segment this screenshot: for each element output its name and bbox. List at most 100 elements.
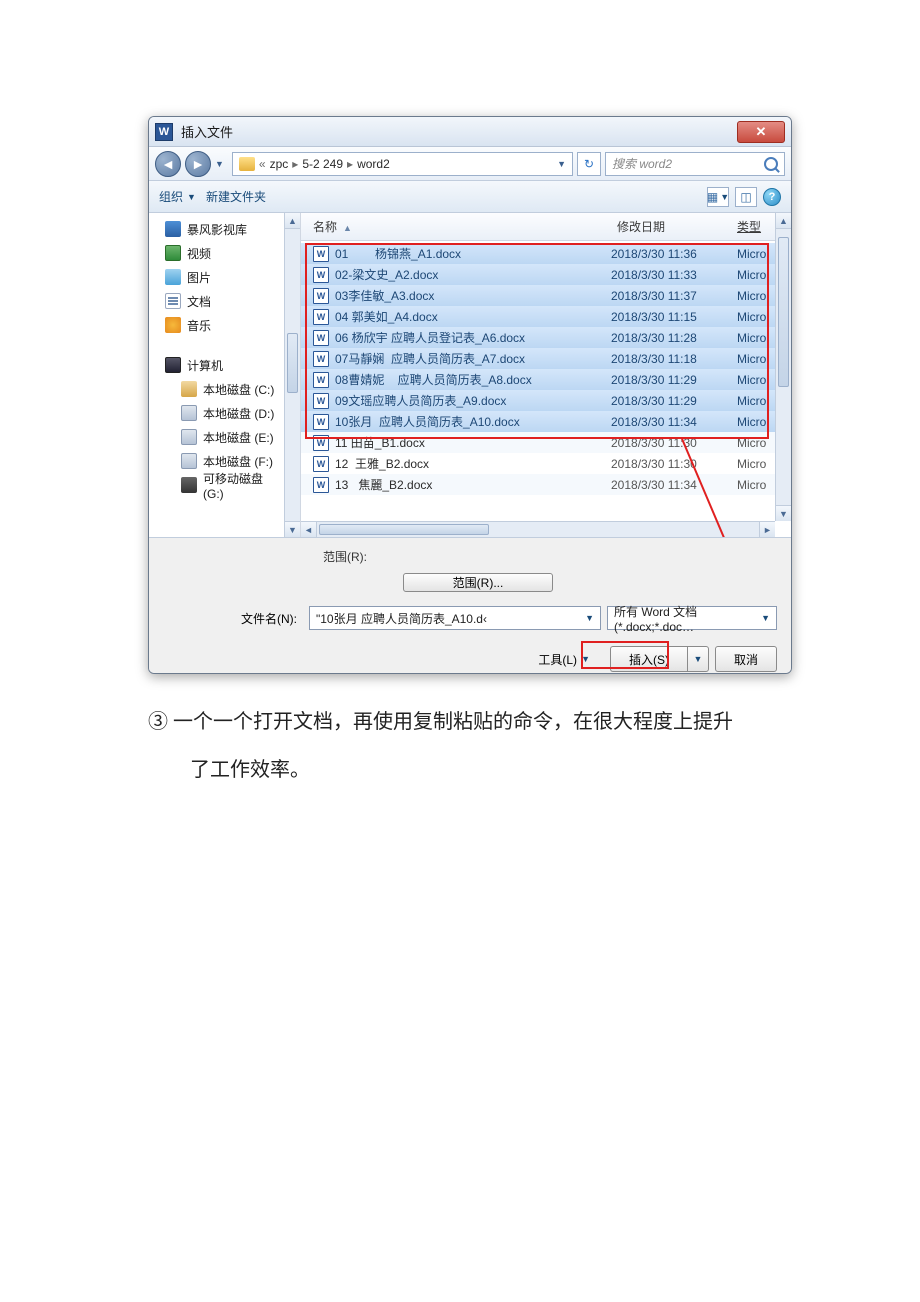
path-segment[interactable]: 5-2 249 xyxy=(302,157,343,171)
scroll-down-icon[interactable]: ▼ xyxy=(285,521,300,537)
preview-pane-toggle[interactable]: ◫ xyxy=(735,187,757,207)
sidebar-item-label: 图片 xyxy=(187,269,211,286)
search-input[interactable]: 搜索 word2 xyxy=(605,152,785,176)
file-name: 12 王雅_B2.docx xyxy=(335,455,605,472)
file-name: 01 杨锦燕_A1.docx xyxy=(335,245,605,262)
file-vscrollbar[interactable]: ▲ ▼ xyxy=(775,213,791,521)
file-date: 2018/3/30 11:29 xyxy=(611,373,731,387)
tools-dropdown[interactable]: 工具(L)▼ xyxy=(538,651,590,668)
sidebar-item[interactable]: 音乐 xyxy=(165,313,300,337)
sidebar-scrollbar[interactable]: ▲ ▼ xyxy=(284,213,300,537)
path-segment[interactable]: word2 xyxy=(357,157,390,171)
sidebar-item[interactable]: 文档 xyxy=(165,289,300,313)
word-doc-icon: W xyxy=(313,414,329,430)
recent-dropdown-icon[interactable]: ▼ xyxy=(215,159,224,169)
file-name: 09文瑶应聘人员简历表_A9.docx xyxy=(335,392,605,409)
file-filter-dropdown[interactable]: 所有 Word 文档(*.docx;*.doc… ▼ xyxy=(607,606,777,630)
sidebar-item-label: 计算机 xyxy=(187,357,223,374)
scroll-right-icon[interactable]: ► xyxy=(759,522,775,537)
close-button[interactable]: ✕ xyxy=(737,121,785,143)
file-row[interactable]: W 11 田苗_B1.docx 2018/3/30 11:30 Micro xyxy=(301,432,791,453)
file-row[interactable]: W 03李佳敏_A3.docx 2018/3/30 11:37 Micro xyxy=(301,285,791,306)
titlebar: W 插入文件 ✕ xyxy=(149,117,791,147)
scroll-thumb[interactable] xyxy=(287,333,298,393)
insert-button[interactable]: 插入(S) xyxy=(610,646,687,672)
cancel-button[interactable]: 取消 xyxy=(715,646,777,672)
file-name: 07马靜娴 应聘人员简历表_A7.docx xyxy=(335,350,605,367)
word-doc-icon: W xyxy=(313,393,329,409)
sidebar-item[interactable]: 图片 xyxy=(165,265,300,289)
file-row[interactable]: W 07马靜娴 应聘人员简历表_A7.docx 2018/3/30 11:18 … xyxy=(301,348,791,369)
scroll-thumb[interactable] xyxy=(778,237,789,387)
filename-label: 文件名(N): xyxy=(163,610,303,627)
range-button[interactable]: 范围(R)... xyxy=(403,573,553,592)
sort-asc-icon[interactable]: ▲ xyxy=(343,223,352,233)
sidebar-item-label: 视频 xyxy=(187,245,211,262)
organize-dropdown[interactable]: 组织▼ xyxy=(159,188,196,205)
file-row[interactable]: W 02-梁文史_A2.docx 2018/3/30 11:33 Micro xyxy=(301,264,791,285)
dialog-title: 插入文件 xyxy=(181,122,233,141)
path-dropdown-icon[interactable]: ▼ xyxy=(557,159,566,169)
file-row[interactable]: W 06 杨欣宇 应聘人员登记表_A6.docx 2018/3/30 11:28… xyxy=(301,327,791,348)
word-app-icon: W xyxy=(155,123,173,141)
file-date: 2018/3/30 11:30 xyxy=(611,457,731,471)
back-button[interactable]: ◄ xyxy=(155,151,181,177)
sidebar-drive[interactable]: 本地磁盘 (C:) xyxy=(165,377,300,401)
file-date: 2018/3/30 11:33 xyxy=(611,268,731,282)
file-row[interactable]: W 10张月 应聘人员简历表_A10.docx 2018/3/30 11:34 … xyxy=(301,411,791,432)
sidebar-item-label: 本地磁盘 (D:) xyxy=(203,405,274,422)
breadcrumb[interactable]: « zpc ▸ 5-2 249 ▸ word2 ▼ xyxy=(232,152,573,176)
file-date: 2018/3/30 11:36 xyxy=(611,247,731,261)
sidebar-drive[interactable]: 本地磁盘 (E:) xyxy=(165,425,300,449)
filename-dropdown-icon[interactable]: ▼ xyxy=(585,613,594,623)
sidebar-computer[interactable]: 计算机 xyxy=(165,353,300,377)
sidebar-item[interactable]: 暴风影视库 xyxy=(165,217,300,241)
ico-doc-icon xyxy=(165,293,181,309)
file-date: 2018/3/30 11:34 xyxy=(611,415,731,429)
drive-icon xyxy=(181,477,197,493)
search-icon xyxy=(764,157,778,171)
file-date: 2018/3/30 11:28 xyxy=(611,331,731,345)
file-name: 04 郭美如_A4.docx xyxy=(335,308,605,325)
address-bar: ◄ ► ▼ « zpc ▸ 5-2 249 ▸ word2 ▼ ↻ 搜索 wor… xyxy=(149,147,791,181)
filename-input[interactable]: "10张月 应聘人员简历表_A10.d‹ ▼ xyxy=(309,606,601,630)
file-name: 06 杨欣宇 应聘人员登记表_A6.docx xyxy=(335,329,605,346)
ico-video-icon xyxy=(165,221,181,237)
path-segment[interactable]: zpc xyxy=(270,157,289,171)
file-name: 02-梁文史_A2.docx xyxy=(335,266,605,283)
help-icon[interactable]: ? xyxy=(763,188,781,206)
scroll-thumb[interactable] xyxy=(319,524,489,535)
sidebar-drive[interactable]: 本地磁盘 (D:) xyxy=(165,401,300,425)
sidebar-item[interactable]: 视频 xyxy=(165,241,300,265)
file-row[interactable]: W 09文瑶应聘人员简历表_A9.docx 2018/3/30 11:29 Mi… xyxy=(301,390,791,411)
refresh-button[interactable]: ↻ xyxy=(577,152,601,176)
computer-icon xyxy=(165,357,181,373)
scroll-left-icon[interactable]: ◄ xyxy=(301,522,317,537)
forward-button[interactable]: ► xyxy=(185,151,211,177)
word-doc-icon: W xyxy=(313,267,329,283)
dialog-footer: 范围(R): 范围(R)... 文件名(N): "10张月 应聘人员简历表_A1… xyxy=(149,537,791,674)
sidebar-drive[interactable]: 可移动磁盘 (G:) xyxy=(165,473,300,497)
file-date: 2018/3/30 11:37 xyxy=(611,289,731,303)
sidebar-item-label: 本地磁盘 (C:) xyxy=(203,381,274,398)
file-date: 2018/3/30 11:30 xyxy=(611,436,731,450)
insert-dropdown[interactable]: ▼ xyxy=(687,646,709,672)
view-mode-dropdown[interactable]: ▦ ▼ xyxy=(707,187,729,207)
file-row[interactable]: W 04 郭美如_A4.docx 2018/3/30 11:15 Micro xyxy=(301,306,791,327)
new-folder-button[interactable]: 新建文件夹 xyxy=(206,188,266,205)
column-headers[interactable]: 名称▲ 修改日期 类型 xyxy=(301,213,791,241)
word-doc-icon: W xyxy=(313,309,329,325)
filter-dropdown-icon[interactable]: ▼ xyxy=(761,613,770,623)
file-date: 2018/3/30 11:18 xyxy=(611,352,731,366)
file-row[interactable]: W 08曹婧妮 应聘人员简历表_A8.docx 2018/3/30 11:29 … xyxy=(301,369,791,390)
file-hscrollbar[interactable]: ◄ ► xyxy=(301,521,775,537)
scroll-down-icon[interactable]: ▼ xyxy=(776,505,791,521)
file-row[interactable]: W 12 王雅_B2.docx 2018/3/30 11:30 Micro xyxy=(301,453,791,474)
file-row[interactable]: W 01 杨锦燕_A1.docx 2018/3/30 11:36 Micro xyxy=(301,243,791,264)
scroll-up-icon[interactable]: ▲ xyxy=(776,213,791,229)
search-placeholder: 搜索 word2 xyxy=(612,155,672,172)
sidebar-item-label: 本地磁盘 (E:) xyxy=(203,429,274,446)
ico-img-icon xyxy=(165,269,181,285)
scroll-up-icon[interactable]: ▲ xyxy=(285,213,300,229)
file-row[interactable]: W 13 焦麗_B2.docx 2018/3/30 11:34 Micro xyxy=(301,474,791,495)
